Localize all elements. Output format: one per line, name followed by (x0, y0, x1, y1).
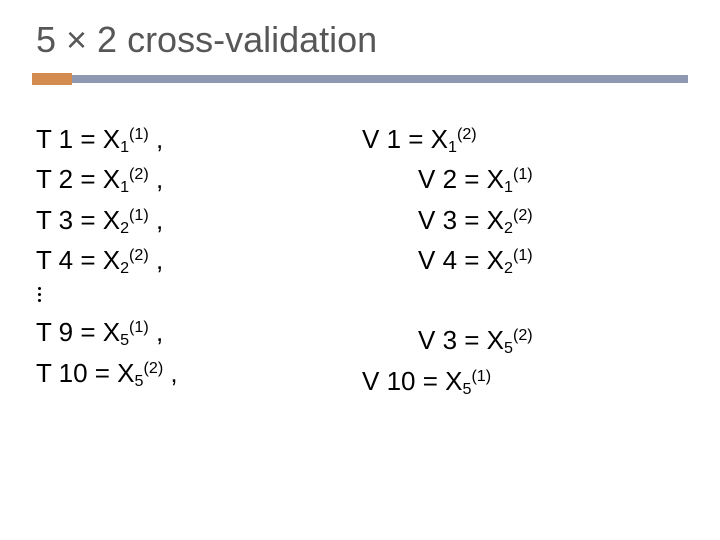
tail: , (149, 124, 163, 154)
subscript: 1 (120, 179, 129, 197)
validation-row: V 3 = X5(2) (362, 320, 688, 360)
superscript: (1) (129, 319, 149, 337)
train-text: T 4 = X (36, 245, 120, 275)
vertical-ellipsis-icon (36, 280, 362, 312)
subscript: 2 (120, 219, 129, 237)
superscript: (1) (471, 367, 491, 385)
validation-row: V 3 = X2(2) (362, 200, 688, 240)
validation-text: V 3 = X (418, 205, 504, 235)
validation-column: V 1 = X1(2) V 2 = X1(1) V 3 = X2(2) V 4 … (362, 119, 688, 401)
slide: 5 × 2 cross-validation T 1 = X1(1) , T 2… (0, 0, 720, 540)
superscript: (2) (457, 125, 477, 143)
subscript: 5 (135, 372, 144, 390)
validation-text: V 2 = X (418, 164, 504, 194)
train-text: T 10 = X (36, 358, 135, 388)
subscript: 5 (120, 331, 129, 349)
train-row: T 9 = X5(1) , (36, 312, 362, 352)
train-text: T 1 = X (36, 124, 120, 154)
validation-row: V 1 = X1(2) (362, 119, 688, 159)
subscript: 1 (448, 138, 457, 156)
subscript: 2 (504, 219, 513, 237)
accent-bar (32, 73, 688, 85)
subscript: 2 (504, 259, 513, 277)
train-text: T 2 = X (36, 164, 120, 194)
superscript: (1) (129, 206, 149, 224)
superscript: (2) (144, 359, 164, 377)
train-row: T 10 = X5(2) , (36, 353, 362, 393)
train-text: T 9 = X (36, 317, 120, 347)
train-row: T 3 = X2(1) , (36, 200, 362, 240)
superscript: (2) (129, 166, 149, 184)
validation-text: V 3 = X (418, 325, 504, 355)
validation-text: V 10 = X (362, 366, 462, 396)
validation-row: V 4 = X2(1) (362, 240, 688, 280)
train-text: T 3 = X (36, 205, 120, 235)
page-title: 5 × 2 cross-validation (32, 18, 688, 71)
spacer (362, 280, 688, 320)
tail: , (163, 358, 177, 388)
tail: , (149, 317, 163, 347)
accent-stripe (72, 75, 688, 83)
tail: , (149, 164, 163, 194)
train-row: T 2 = X1(2) , (36, 159, 362, 199)
train-row: T 4 = X2(2) , (36, 240, 362, 280)
subscript: 1 (504, 179, 513, 197)
validation-row: V 2 = X1(1) (362, 159, 688, 199)
superscript: (1) (513, 246, 533, 264)
train-row: T 1 = X1(1) , (36, 119, 362, 159)
superscript: (1) (513, 166, 533, 184)
tail: , (149, 205, 163, 235)
tail: , (149, 245, 163, 275)
superscript: (2) (129, 246, 149, 264)
superscript: (2) (513, 206, 533, 224)
validation-text: V 1 = X (362, 124, 448, 154)
validation-text: V 4 = X (418, 245, 504, 275)
subscript: 5 (504, 339, 513, 357)
superscript: (1) (129, 125, 149, 143)
title-block: 5 × 2 cross-validation (32, 18, 688, 85)
superscript: (2) (513, 327, 533, 345)
accent-square (32, 73, 72, 85)
content-area: T 1 = X1(1) , T 2 = X1(2) , T 3 = X2(1) … (32, 119, 688, 401)
train-column: T 1 = X1(1) , T 2 = X1(2) , T 3 = X2(1) … (36, 119, 362, 401)
subscript: 2 (120, 259, 129, 277)
validation-row: V 10 = X5(1) (362, 361, 688, 401)
subscript: 1 (120, 138, 129, 156)
